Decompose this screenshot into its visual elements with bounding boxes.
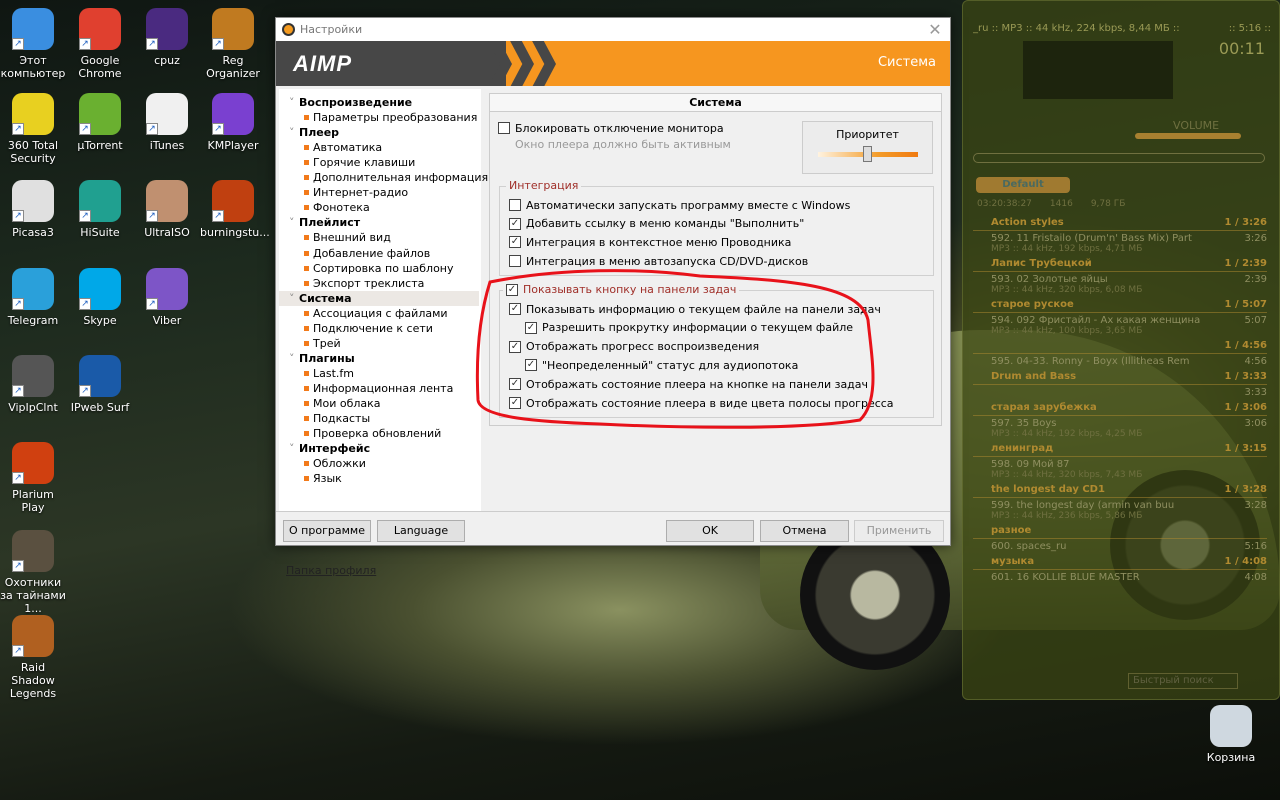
red-annotation-circle <box>475 269 875 429</box>
